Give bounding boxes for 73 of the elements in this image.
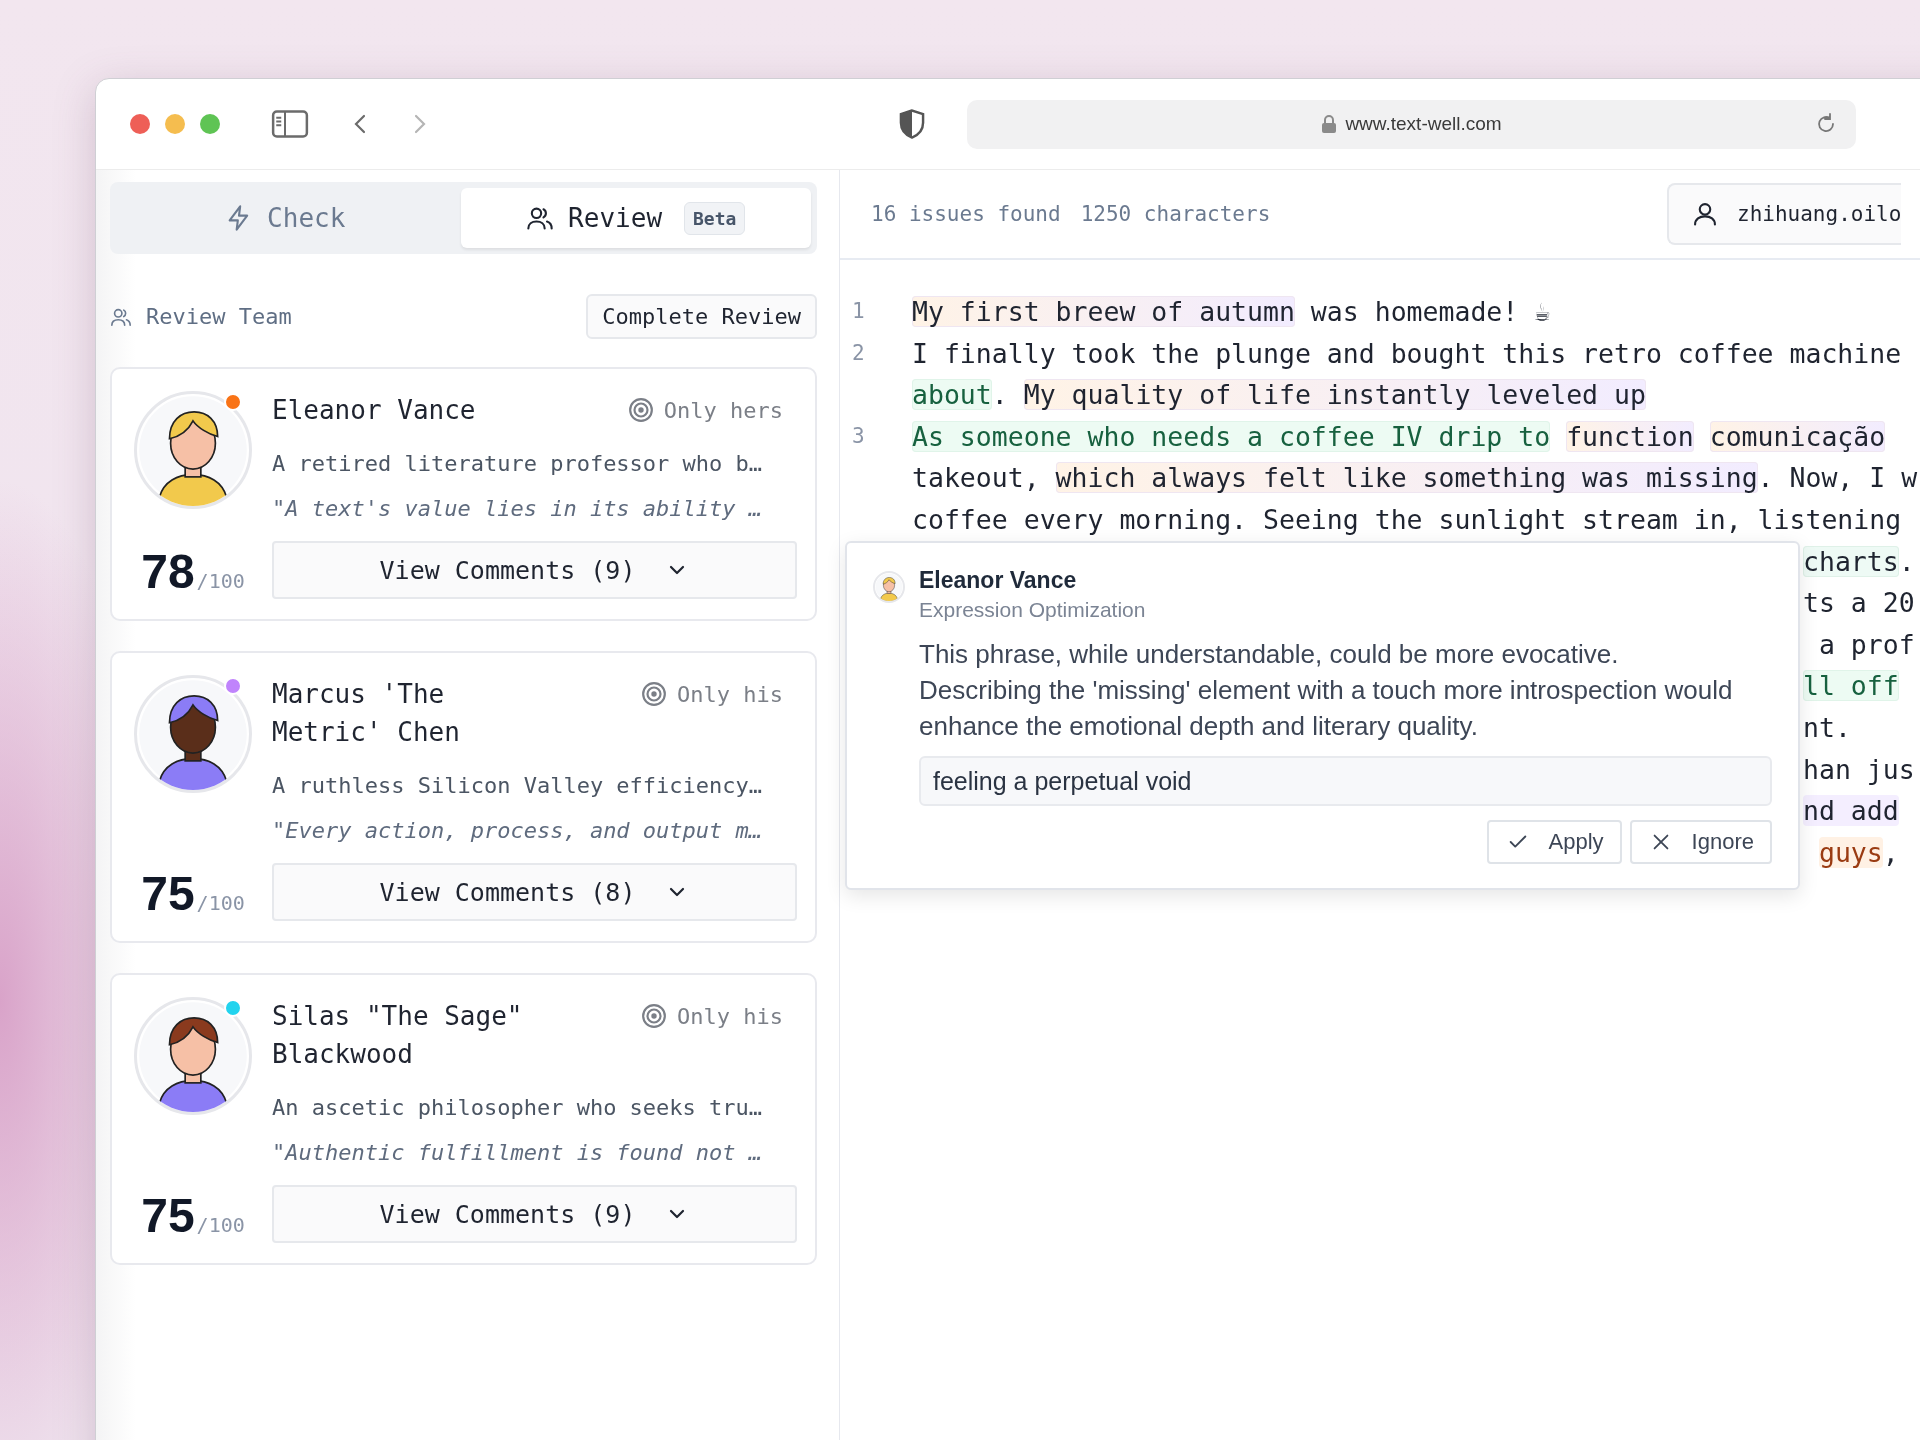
score-max: /100 bbox=[196, 1213, 245, 1237]
tab[interactable]: Check bbox=[110, 188, 461, 248]
reviewer-quote: "Every action, process, and output m… bbox=[272, 817, 764, 845]
editor-text: , bbox=[1882, 836, 1899, 868]
suggestion-field[interactable]: feeling a perpetual void bbox=[919, 756, 1772, 806]
issues-count: 16 issues found bbox=[871, 202, 1061, 226]
section-title: Review Team bbox=[146, 304, 292, 329]
scope-label: Only hers bbox=[663, 397, 783, 423]
reviewer-description: A retired literature professor who b… bbox=[272, 450, 764, 478]
target-icon bbox=[641, 681, 668, 707]
reviewer-name: Silas "The Sage" Blackwood bbox=[272, 1000, 524, 1071]
reviewer-quote: "Authentic fulfillment is found not … bbox=[272, 1139, 764, 1167]
complete-review-button[interactable]: Complete Review bbox=[586, 294, 817, 339]
editor-text: ts a 20 bbox=[1803, 587, 1915, 619]
reviewer-description: A ruthless Silicon Valley efficiency… bbox=[272, 772, 764, 800]
highlighted-text[interactable]: My quality of life instantly leveled up bbox=[1023, 379, 1646, 411]
reviewer-name: Eleanor Vance bbox=[919, 567, 1078, 594]
lock-icon bbox=[1321, 114, 1338, 134]
editor-text: han jus bbox=[1803, 753, 1915, 785]
editor-text: nt. bbox=[1803, 711, 1851, 743]
highlighted-text[interactable]: guys bbox=[1818, 836, 1883, 868]
highlighted-text[interactable]: nd add bbox=[1803, 795, 1899, 827]
highlighted-text[interactable]: function bbox=[1566, 420, 1694, 452]
editor-text: . bbox=[1898, 545, 1915, 577]
avatar-drawing bbox=[873, 571, 905, 603]
scope-label: Only his bbox=[677, 681, 783, 707]
highlighted-text[interactable]: My first breew of autumn bbox=[912, 296, 1295, 327]
comment-message: This phrase, while understandable, could be more evocative. Describing the 'missing' element with a touch more introspection would enhance the emotional depth and literary quality. bbox=[919, 638, 1734, 743]
ignore-button[interactable]: Ignore bbox=[1629, 820, 1772, 864]
editor-text: . Now, I w bbox=[1757, 462, 1918, 494]
target-icon bbox=[641, 1003, 668, 1029]
character-count: 1250 characters bbox=[1080, 202, 1271, 226]
editor-text: takeout, bbox=[912, 462, 1041, 494]
comment-category: Expression Optimization bbox=[919, 598, 1147, 622]
address-bar[interactable]: www.text-well.com bbox=[967, 99, 1856, 149]
highlighted-text[interactable]: ll off bbox=[1803, 670, 1899, 702]
reviewer-name: Eleanor Vance bbox=[272, 394, 476, 427]
target-icon bbox=[627, 397, 654, 423]
scope-label: Only his bbox=[677, 1003, 783, 1029]
score: 78 bbox=[141, 544, 195, 599]
reviewer-description: An ascetic philosopher who seeks tru… bbox=[272, 1094, 764, 1122]
score-max: /100 bbox=[196, 569, 245, 593]
editor-text: coffee every morning. Seeing the sunlight stream in, listening bbox=[912, 503, 1902, 535]
view-comments-button[interactable]: View Comments (8) bbox=[272, 863, 797, 921]
maximize-button[interactable] bbox=[200, 114, 220, 134]
close-button[interactable] bbox=[130, 114, 150, 134]
apply-button[interactable]: Apply bbox=[1486, 820, 1622, 864]
line-number: 3 bbox=[852, 423, 865, 448]
score-max: /100 bbox=[196, 891, 245, 915]
tab[interactable]: Review Beta bbox=[460, 188, 811, 248]
highlighted-text[interactable]: As someone who needs a coffee IV drip to bbox=[912, 420, 1551, 452]
editor-text: I finally took the plunge and bought this retro coffee machine bbox=[912, 337, 1902, 369]
user-button[interactable]: zhihuang.oilo bbox=[1667, 183, 1902, 245]
line-number: 2 bbox=[852, 340, 865, 365]
shield-icon[interactable] bbox=[897, 108, 927, 140]
highlighted-text[interactable]: comunicação bbox=[1709, 420, 1886, 452]
url-text: www.text-well.com bbox=[1345, 113, 1502, 135]
reviewer-quote: "A text's value lies in its ability … bbox=[272, 495, 764, 523]
highlighted-text[interactable]: which always felt like something was missing bbox=[1055, 462, 1758, 494]
beta-badge: Beta bbox=[684, 201, 746, 235]
editor-text: a prof bbox=[1817, 628, 1915, 660]
highlighted-text[interactable]: charts bbox=[1803, 545, 1899, 577]
user-icon bbox=[1691, 200, 1719, 228]
line-number: 1 bbox=[852, 299, 865, 323]
view-comments-button[interactable]: View Comments (9) bbox=[272, 541, 797, 599]
sidebar-icon[interactable] bbox=[271, 109, 309, 139]
view-comments-button[interactable]: View Comments (9) bbox=[272, 1185, 797, 1243]
editor-text: was homemade! ☕ bbox=[1309, 296, 1551, 327]
editor-text: . bbox=[991, 379, 1009, 411]
highlighted-text[interactable]: about bbox=[912, 379, 992, 411]
score: 75 bbox=[141, 1188, 195, 1243]
score: 75 bbox=[141, 866, 195, 921]
reviewer-name: Marcus 'The Metric' Chen bbox=[272, 678, 461, 749]
